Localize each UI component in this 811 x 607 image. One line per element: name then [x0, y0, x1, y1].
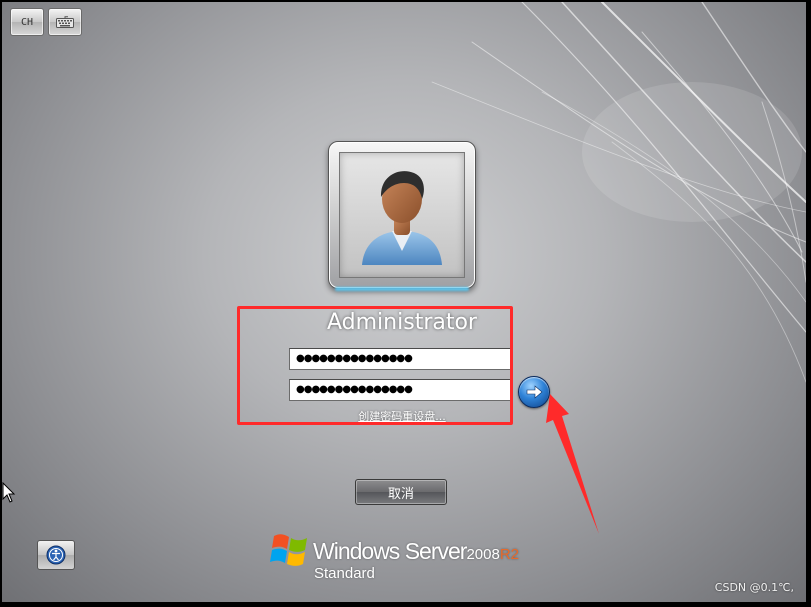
language-button[interactable]: CH [10, 8, 44, 36]
annotation-highlight-box [237, 306, 513, 425]
background-swirl [431, 2, 806, 383]
product-edition: Standard [314, 565, 375, 582]
ease-of-access-icon [46, 545, 66, 565]
mouse-cursor-icon [2, 482, 16, 503]
arrow-right-icon [526, 385, 543, 399]
product-version: 2008 [466, 546, 500, 563]
user-tile [328, 141, 476, 291]
cancel-button[interactable]: 取消 [355, 479, 447, 505]
windows-server-branding: Windows Server2008R2 Standard [268, 526, 548, 586]
user-avatar-icon [362, 171, 442, 265]
on-screen-keyboard-button[interactable] [48, 8, 82, 36]
windows-flag-logo-icon [270, 534, 307, 566]
keyboard-icon [56, 16, 74, 28]
user-tile-picture [339, 152, 465, 278]
product-release: R2 [499, 546, 519, 563]
ease-of-access-button[interactable] [37, 540, 75, 570]
submit-button[interactable] [518, 376, 550, 408]
user-tile-glow [335, 287, 469, 291]
product-name-text: Windows Server [313, 538, 467, 564]
language-label: CH [20, 16, 34, 28]
logon-screen: CH Administrator ●●●●●●●●●●●●●●● ●●●●●●●… [2, 2, 806, 602]
product-name: Windows Server2008R2 [313, 538, 519, 565]
watermark: CSDN @0.1℃, [714, 581, 794, 594]
